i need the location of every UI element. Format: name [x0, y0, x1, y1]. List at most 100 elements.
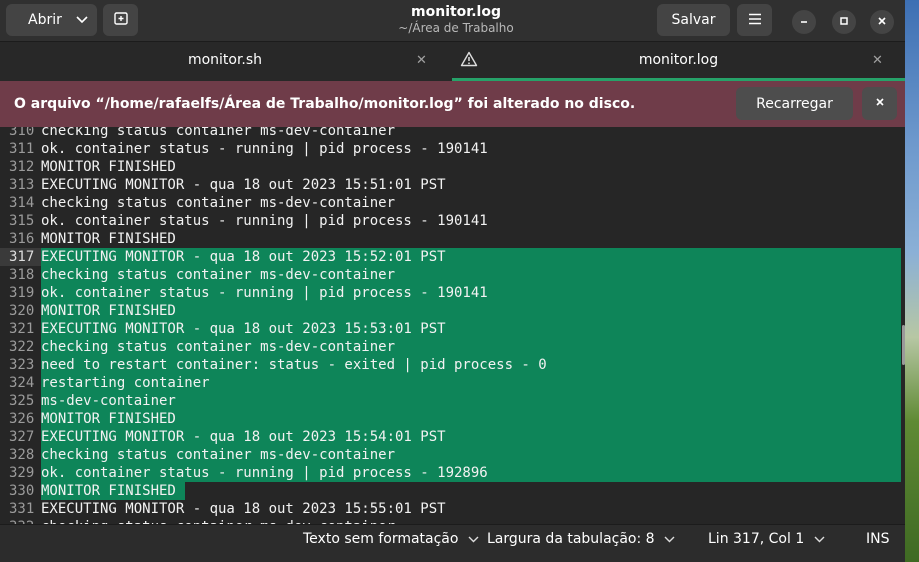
tab-monitor-log[interactable]: monitor.log ✕	[452, 42, 905, 81]
line-text: checking status container ms-dev-contain…	[41, 447, 396, 463]
status-bar: Texto sem formatação Largura da tabulaçã…	[0, 524, 905, 562]
infobar-close-button[interactable]	[862, 87, 897, 120]
window-title-area: monitor.log ~/Área de Trabalho	[330, 3, 582, 36]
editor-line[interactable]: 316 MONITOR FINISHED	[0, 230, 905, 248]
line-number: 312	[9, 159, 35, 175]
line-number: 321	[9, 321, 35, 337]
editor-lines: 310 checking status container ms-dev-cont…	[0, 127, 905, 524]
editor-line[interactable]: 321 EXECUTING MONITOR - qua 18 out 2023 1…	[0, 320, 905, 338]
line-text: MONITOR FINISHED	[41, 303, 176, 319]
line-text: ms-dev-container	[41, 393, 176, 409]
scrollbar-thumb[interactable]	[902, 325, 905, 365]
open-button-label: Abrir	[28, 12, 62, 28]
chevron-down-icon	[661, 533, 676, 546]
editor-line[interactable]: 312 MONITOR FINISHED	[0, 158, 905, 176]
open-button[interactable]: Abrir	[6, 4, 97, 36]
line-text: checking status container ms-dev-contain…	[41, 127, 396, 139]
line-number: 318	[9, 267, 35, 283]
main-menu-button[interactable]	[737, 4, 772, 36]
editor-line[interactable]: 331 EXECUTING MONITOR - qua 18 out 2023 1…	[0, 500, 905, 518]
editor-line[interactable]: 314 checking status container ms-dev-cont…	[0, 194, 905, 212]
editor-line[interactable]: 317 EXECUTING MONITOR - qua 18 out 2023 1…	[0, 248, 905, 266]
tab-width-selector[interactable]: Largura da tabulação: 8	[487, 531, 675, 547]
close-window-button[interactable]	[870, 10, 894, 34]
line-text: ok. container status - running | pid pro…	[41, 141, 488, 157]
line-text: checking status container ms-dev-contain…	[41, 267, 396, 283]
save-button[interactable]: Salvar	[657, 4, 730, 36]
line-text: EXECUTING MONITOR - qua 18 out 2023 15:5…	[41, 501, 446, 517]
editor-line[interactable]: 315 ok. container status - running | pid …	[0, 212, 905, 230]
language-label: Texto sem formatação	[303, 531, 459, 547]
editor-line[interactable]: 324 restarting container	[0, 374, 905, 392]
editor-line[interactable]: 327 EXECUTING MONITOR - qua 18 out 2023 1…	[0, 428, 905, 446]
window-title: monitor.log	[411, 4, 501, 20]
line-text: EXECUTING MONITOR - qua 18 out 2023 15:5…	[41, 249, 446, 265]
close-icon	[877, 15, 887, 29]
hamburger-menu-icon	[748, 10, 762, 30]
tab-bar: monitor.sh ✕ monitor.log ✕	[0, 42, 905, 81]
line-text: need to restart container: status - exit…	[41, 357, 547, 373]
tab-width-label: Largura da tabulação: 8	[487, 531, 655, 547]
line-number: 311	[9, 141, 35, 157]
line-text: MONITOR FINISHED	[41, 483, 176, 499]
line-number: 330	[9, 483, 35, 499]
editor-line[interactable]: 319 ok. container status - running | pid …	[0, 284, 905, 302]
close-icon	[875, 96, 885, 111]
line-number: 323	[9, 357, 35, 373]
line-text: EXECUTING MONITOR - qua 18 out 2023 15:5…	[41, 321, 446, 337]
line-number: 325	[9, 393, 35, 409]
line-number: 310	[9, 127, 35, 139]
line-number: 329	[9, 465, 35, 481]
editor-line[interactable]: 326 MONITOR FINISHED	[0, 410, 905, 428]
file-changed-infobar: O arquivo “/home/rafaelfs/Área de Trabal…	[0, 81, 905, 127]
line-number: 317	[0, 248, 41, 266]
editor-line[interactable]: 330 MONITOR FINISHED	[0, 482, 905, 500]
close-tab-icon[interactable]: ✕	[872, 53, 883, 68]
line-number: 326	[9, 411, 35, 427]
line-text: EXECUTING MONITOR - qua 18 out 2023 15:5…	[41, 429, 446, 445]
line-number: 331	[9, 501, 35, 517]
line-text: MONITOR FINISHED	[41, 231, 176, 247]
cursor-position[interactable]: Lin 317, Col 1	[708, 531, 825, 547]
editor-line[interactable]: 323 need to restart container: status - e…	[0, 356, 905, 374]
header-bar: Abrir monitor.log ~/Área de Trabalho Sal…	[0, 0, 905, 42]
tab-monitor-sh[interactable]: monitor.sh ✕	[0, 42, 450, 81]
editor-line[interactable]: 310 checking status container ms-dev-cont…	[0, 127, 905, 140]
reload-button[interactable]: Recarregar	[736, 87, 853, 120]
text-editor-window: Abrir monitor.log ~/Área de Trabalho Sal…	[0, 0, 905, 562]
chevron-down-icon	[76, 13, 88, 27]
insert-mode-indicator[interactable]: INS	[866, 531, 890, 547]
window-subtitle: ~/Área de Trabalho	[398, 21, 514, 35]
infobar-message: O arquivo “/home/rafaelfs/Área de Trabal…	[14, 96, 636, 112]
line-text: ok. container status - running | pid pro…	[41, 465, 488, 481]
cursor-position-label: Lin 317, Col 1	[708, 531, 805, 547]
line-number: 314	[9, 195, 35, 211]
close-tab-icon[interactable]: ✕	[416, 53, 427, 68]
new-tab-button[interactable]	[103, 4, 138, 36]
line-number: 327	[9, 429, 35, 445]
editor-line[interactable]: 325 ms-dev-container	[0, 392, 905, 410]
chevron-down-icon	[464, 533, 479, 546]
line-number: 320	[9, 303, 35, 319]
minimize-button[interactable]	[792, 10, 816, 34]
editor-line[interactable]: 318 checking status container ms-dev-cont…	[0, 266, 905, 284]
line-text: ok. container status - running | pid pro…	[41, 285, 488, 301]
line-text: EXECUTING MONITOR - qua 18 out 2023 15:5…	[41, 177, 446, 193]
line-text: ok. container status - running | pid pro…	[41, 213, 488, 229]
editor-line[interactable]: 311 ok. container status - running | pid …	[0, 140, 905, 158]
maximize-button[interactable]	[832, 10, 856, 34]
language-selector[interactable]: Texto sem formatação	[303, 531, 479, 547]
editor-line[interactable]: 329 ok. container status - running | pid …	[0, 464, 905, 482]
line-number: 324	[9, 375, 35, 391]
editor-line[interactable]: 313 EXECUTING MONITOR - qua 18 out 2023 1…	[0, 176, 905, 194]
editor-line[interactable]: 322 checking status container ms-dev-cont…	[0, 338, 905, 356]
line-text: checking status container ms-dev-contain…	[41, 195, 396, 211]
line-text: restarting container	[41, 375, 210, 391]
line-text: MONITOR FINISHED	[41, 159, 176, 175]
line-number: 315	[9, 213, 35, 229]
editor-line[interactable]: 320 MONITOR FINISHED	[0, 302, 905, 320]
text-editor-area[interactable]: 310 checking status container ms-dev-cont…	[0, 127, 905, 524]
tab-label: monitor.sh	[187, 52, 263, 68]
line-text: MONITOR FINISHED	[41, 411, 176, 427]
editor-line[interactable]: 328 checking status container ms-dev-cont…	[0, 446, 905, 464]
